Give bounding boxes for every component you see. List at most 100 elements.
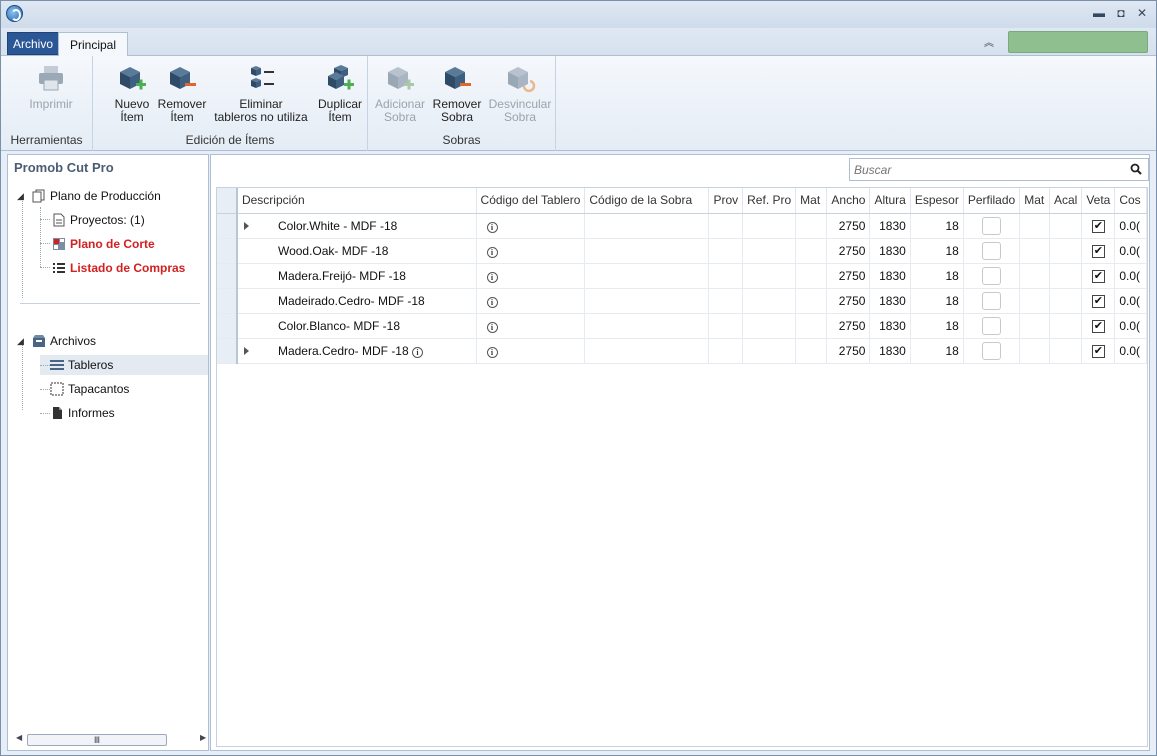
veta-checkbox[interactable]: ✔ <box>1091 245 1105 258</box>
cell-descripcion[interactable]: Madeirado.Cedro- MDF -18 <box>236 288 477 314</box>
cell-mat[interactable] <box>795 263 828 289</box>
tree-item-archivos[interactable]: Archivos <box>32 331 96 351</box>
search-box[interactable] <box>849 158 1149 181</box>
veta-checkbox[interactable]: ✔ <box>1091 220 1105 233</box>
row-header[interactable] <box>217 238 238 264</box>
info-icon[interactable]: i <box>486 246 498 258</box>
cell-ref-pro[interactable] <box>742 263 797 289</box>
cell-codigo-tablero[interactable]: i <box>476 288 586 314</box>
info-icon[interactable]: i <box>486 321 498 333</box>
col-mat[interactable]: Mat <box>795 188 828 214</box>
eliminar-tableros-button[interactable]: Eliminar tableros no utiliza <box>211 62 311 124</box>
cell-mat[interactable] <box>795 288 828 314</box>
cell-codigo-tablero[interactable]: i <box>476 263 586 289</box>
scroll-thumb[interactable]: Ⅲ <box>27 734 167 746</box>
col-mat-2[interactable]: Mat <box>1019 188 1050 214</box>
cell-ref-pro[interactable] <box>742 313 797 339</box>
col-espesor[interactable]: Espesor <box>910 188 964 214</box>
cell-acal[interactable] <box>1049 238 1083 264</box>
tree-item-tableros[interactable]: Tableros <box>40 355 208 375</box>
tree-item-proyectos[interactable]: Proyectos: (1) <box>52 210 145 230</box>
row-header[interactable] <box>217 338 238 364</box>
cell-mat-2[interactable] <box>1019 238 1050 264</box>
cell-acal[interactable] <box>1049 288 1083 314</box>
cell-cos[interactable]: 0.0( <box>1114 313 1147 339</box>
cell-ancho[interactable]: 2750 <box>826 338 871 364</box>
cell-mat[interactable] <box>795 338 828 364</box>
cell-cos[interactable]: 0.0( <box>1114 338 1147 364</box>
cell-codigo-sobra[interactable] <box>584 338 710 364</box>
cell-prov[interactable] <box>708 313 744 339</box>
cell-prov[interactable] <box>708 288 744 314</box>
cell-mat[interactable] <box>795 313 828 339</box>
cell-prov[interactable] <box>708 238 744 264</box>
cell-perfilado[interactable] <box>963 313 1021 339</box>
cell-ref-pro[interactable] <box>742 238 797 264</box>
cell-cos[interactable]: 0.0( <box>1114 238 1147 264</box>
col-codigo-sobra[interactable]: Código de la Sobra <box>584 188 710 214</box>
cell-codigo-tablero[interactable]: i <box>476 238 586 264</box>
cell-espesor[interactable]: 18 <box>910 263 964 289</box>
table-row[interactable]: Color.White - MDF -18 i 2750 1830 18 ✔ 0.0( <box>217 213 1147 239</box>
imprimir-button[interactable]: Imprimir <box>27 62 75 111</box>
cell-ancho[interactable]: 2750 <box>826 263 871 289</box>
col-ref-pro[interactable]: Ref. Pro <box>742 188 797 214</box>
cell-ref-pro[interactable] <box>742 338 797 364</box>
cell-mat-2[interactable] <box>1019 313 1050 339</box>
adicionar-sobra-button[interactable]: Adicionar Sobra <box>373 62 427 124</box>
close-icon[interactable]: ✕ <box>1134 5 1150 21</box>
cell-veta[interactable]: ✔ <box>1081 313 1116 339</box>
cell-veta[interactable]: ✔ <box>1081 263 1116 289</box>
table-row[interactable]: Color.Blanco- MDF -18 i 2750 1830 18 ✔ 0.0( <box>217 313 1147 339</box>
cell-acal[interactable] <box>1049 338 1083 364</box>
info-icon[interactable]: i <box>486 271 498 283</box>
info-icon[interactable]: i <box>486 296 498 308</box>
cell-prov[interactable] <box>708 263 744 289</box>
collapse-archivos-icon[interactable]: ◢ <box>17 336 24 347</box>
cell-ancho[interactable]: 2750 <box>826 313 871 339</box>
veta-checkbox[interactable]: ✔ <box>1091 320 1105 333</box>
cell-perfilado[interactable] <box>963 288 1021 314</box>
tab-archivo[interactable]: Archivo <box>7 32 60 55</box>
cell-perfilado[interactable] <box>963 238 1021 264</box>
cell-altura[interactable]: 1830 <box>869 263 911 289</box>
nuevo-item-button[interactable]: Nuevo Ítem <box>107 62 157 124</box>
row-header[interactable] <box>217 288 238 314</box>
cell-codigo-tablero[interactable]: i <box>476 313 586 339</box>
col-perfilado[interactable]: Perfilado <box>963 188 1021 214</box>
cell-altura[interactable]: 1830 <box>869 213 911 239</box>
cell-ancho[interactable]: 2750 <box>826 238 871 264</box>
scroll-left-icon[interactable]: ◀ <box>16 733 22 742</box>
cell-espesor[interactable]: 18 <box>910 288 964 314</box>
cell-mat-2[interactable] <box>1019 338 1050 364</box>
scroll-right-icon[interactable]: ▶ <box>200 733 206 742</box>
cell-acal[interactable] <box>1049 263 1083 289</box>
perfilado-checkbox[interactable] <box>982 216 1002 235</box>
cell-altura[interactable]: 1830 <box>869 238 911 264</box>
search-icon[interactable] <box>1130 163 1142 175</box>
veta-checkbox[interactable]: ✔ <box>1091 270 1105 283</box>
cell-veta[interactable]: ✔ <box>1081 338 1116 364</box>
cell-altura[interactable]: 1830 <box>869 288 911 314</box>
cell-acal[interactable] <box>1049 313 1083 339</box>
cell-prov[interactable] <box>708 338 744 364</box>
cell-codigo-sobra[interactable] <box>584 263 710 289</box>
veta-checkbox[interactable]: ✔ <box>1091 345 1105 358</box>
cell-codigo-sobra[interactable] <box>584 313 710 339</box>
maximize-icon[interactable]: ◘ <box>1113 5 1129 21</box>
cell-prov[interactable] <box>708 213 744 239</box>
cell-codigo-tablero[interactable]: i <box>476 338 586 364</box>
duplicar-item-button[interactable]: Duplicar Ítem <box>316 62 364 124</box>
collapse-ribbon-icon[interactable]: ︽ <box>984 34 994 49</box>
remover-sobra-button[interactable]: Remover Sobra <box>431 62 483 124</box>
col-codigo-tablero[interactable]: Código del Tablero <box>476 188 586 214</box>
cell-acal[interactable] <box>1049 213 1083 239</box>
cell-ref-pro[interactable] <box>742 288 797 314</box>
col-veta[interactable]: Veta <box>1081 188 1116 214</box>
cell-perfilado[interactable] <box>963 263 1021 289</box>
cell-altura[interactable]: 1830 <box>869 338 911 364</box>
cell-perfilado[interactable] <box>963 338 1021 364</box>
perfilado-checkbox[interactable] <box>982 341 1002 360</box>
cell-codigo-sobra[interactable] <box>584 288 710 314</box>
cell-ancho[interactable]: 2750 <box>826 288 871 314</box>
